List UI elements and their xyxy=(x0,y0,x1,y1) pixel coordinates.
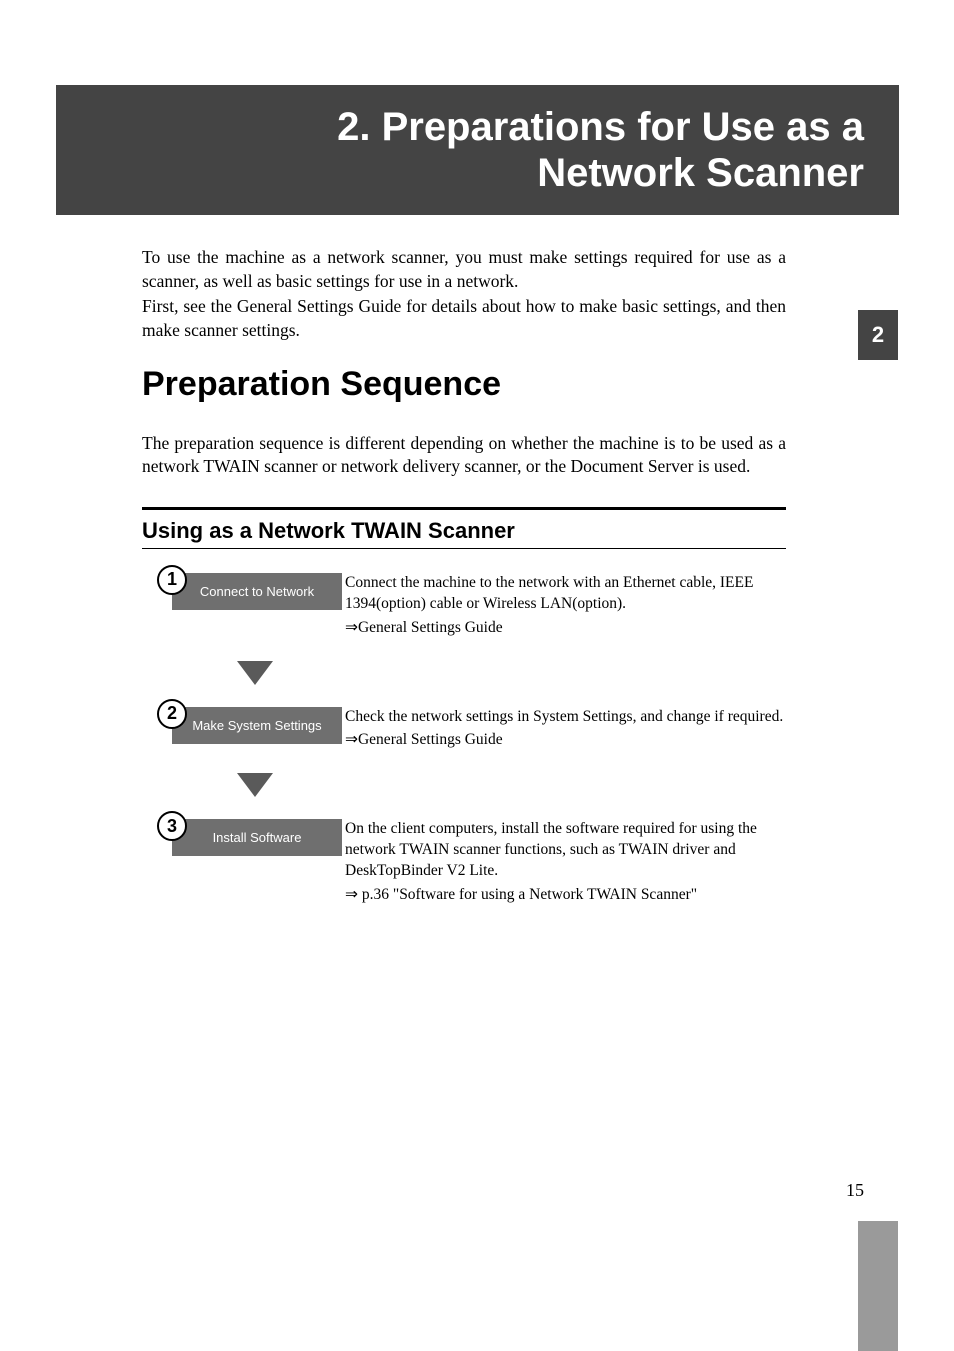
step-1-box: Connect to Network xyxy=(172,573,342,610)
step-3-reference: ⇒ p.36 "Software for using a Network TWA… xyxy=(345,885,786,906)
step-3-right: On the client computers, install the sof… xyxy=(342,819,786,906)
chapter-header: 2. Preparations for Use as a Network Sca… xyxy=(56,85,899,215)
step-2-reference: ⇒General Settings Guide xyxy=(345,730,786,751)
divider-thick xyxy=(142,507,786,510)
step-2-left: 2 Make System Settings xyxy=(142,707,342,744)
step-1-badge: 1 xyxy=(157,565,187,595)
step-3-box: Install Software xyxy=(172,819,342,856)
chapter-title-line2: Network Scanner xyxy=(537,151,864,195)
intro-paragraph-1: To use the machine as a network scanner,… xyxy=(142,246,786,293)
intro-paragraph-2: First, see the General Settings Guide fo… xyxy=(142,295,786,342)
step-1-right: Connect the machine to the network with … xyxy=(342,573,786,639)
chapter-title-line1: 2. Preparations for Use as a xyxy=(337,105,864,149)
right-bar-decoration xyxy=(858,1221,898,1351)
page-number: 15 xyxy=(846,1180,864,1201)
section-text: The preparation sequence is different de… xyxy=(142,432,786,479)
step-1: 1 Connect to Network Connect the machine… xyxy=(142,573,786,639)
step-2-box: Make System Settings xyxy=(172,707,342,744)
step-1-left: 1 Connect to Network xyxy=(142,573,342,610)
chapter-title: 2. Preparations for Use as a Network Sca… xyxy=(337,104,864,196)
content-area: To use the machine as a network scanner,… xyxy=(142,246,786,906)
step-3-left: 3 Install Software xyxy=(142,819,342,856)
step-3: 3 Install Software On the client compute… xyxy=(142,819,786,906)
step-3-description: On the client computers, install the sof… xyxy=(345,819,786,882)
step-1-description: Connect the machine to the network with … xyxy=(345,573,786,615)
side-tab: 2 xyxy=(858,310,898,360)
subsection-heading: Using as a Network TWAIN Scanner xyxy=(142,518,786,544)
section-heading: Preparation Sequence xyxy=(142,365,786,404)
arrow-down-icon xyxy=(237,773,273,797)
step-2-badge: 2 xyxy=(157,699,187,729)
divider-thin xyxy=(142,548,786,549)
step-2-right: Check the network settings in System Set… xyxy=(342,707,786,752)
step-2-description: Check the network settings in System Set… xyxy=(345,707,786,728)
step-1-reference: ⇒General Settings Guide xyxy=(345,618,786,639)
arrow-down-icon xyxy=(237,661,273,685)
side-tab-number: 2 xyxy=(872,322,884,348)
step-2: 2 Make System Settings Check the network… xyxy=(142,707,786,752)
